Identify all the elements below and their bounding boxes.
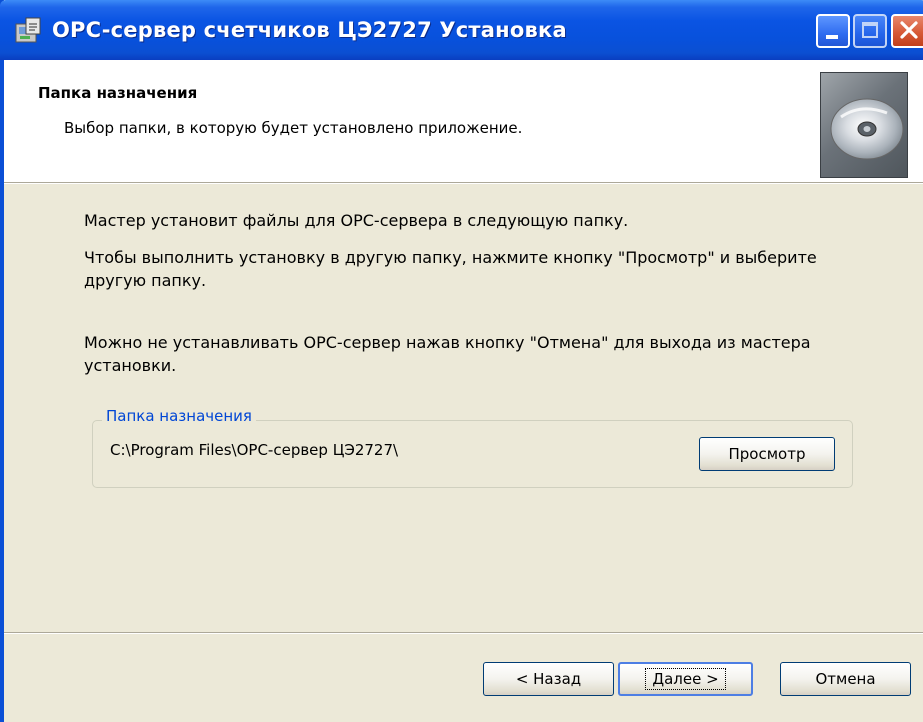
destination-legend: Папка назначения xyxy=(102,407,256,425)
next-button-label: Далее > xyxy=(645,668,726,690)
installer-icon xyxy=(14,16,44,44)
intro-text: Мастер установит файлы для OPC-сервера в… xyxy=(84,211,629,230)
installer-window: OPC-сервер счетчиков ЦЭ2727 Установка Па… xyxy=(0,0,923,722)
browse-button[interactable]: Просмотр xyxy=(699,437,835,471)
minimize-icon[interactable] xyxy=(816,14,850,48)
close-icon[interactable] xyxy=(891,14,923,48)
window-title: OPC-сервер счетчиков ЦЭ2727 Установка xyxy=(52,18,567,42)
back-button[interactable]: < Назад xyxy=(483,662,614,696)
header-subtitle: Выбор папки, в которую будет установлено… xyxy=(64,119,523,137)
next-button[interactable]: Далее > xyxy=(618,662,753,696)
cancel-hint-text: Можно не устанавливать OPC-сервер нажав … xyxy=(84,333,811,375)
browse-hint-text: Чтобы выполнить установку в другую папку… xyxy=(84,248,817,290)
wizard-header: Папка назначения Выбор папки, в которую … xyxy=(4,60,923,183)
title-bar[interactable]: OPC-сервер счетчиков ЦЭ2727 Установка xyxy=(0,0,923,60)
header-title: Папка назначения xyxy=(38,84,198,102)
footer-separator xyxy=(4,632,923,634)
cd-disc-icon xyxy=(820,72,908,178)
cancel-button[interactable]: Отмена xyxy=(780,662,911,696)
maximize-icon[interactable] xyxy=(853,14,887,48)
destination-path: C:\Program Files\OPC-сервер ЦЭ2727\ xyxy=(110,441,399,459)
